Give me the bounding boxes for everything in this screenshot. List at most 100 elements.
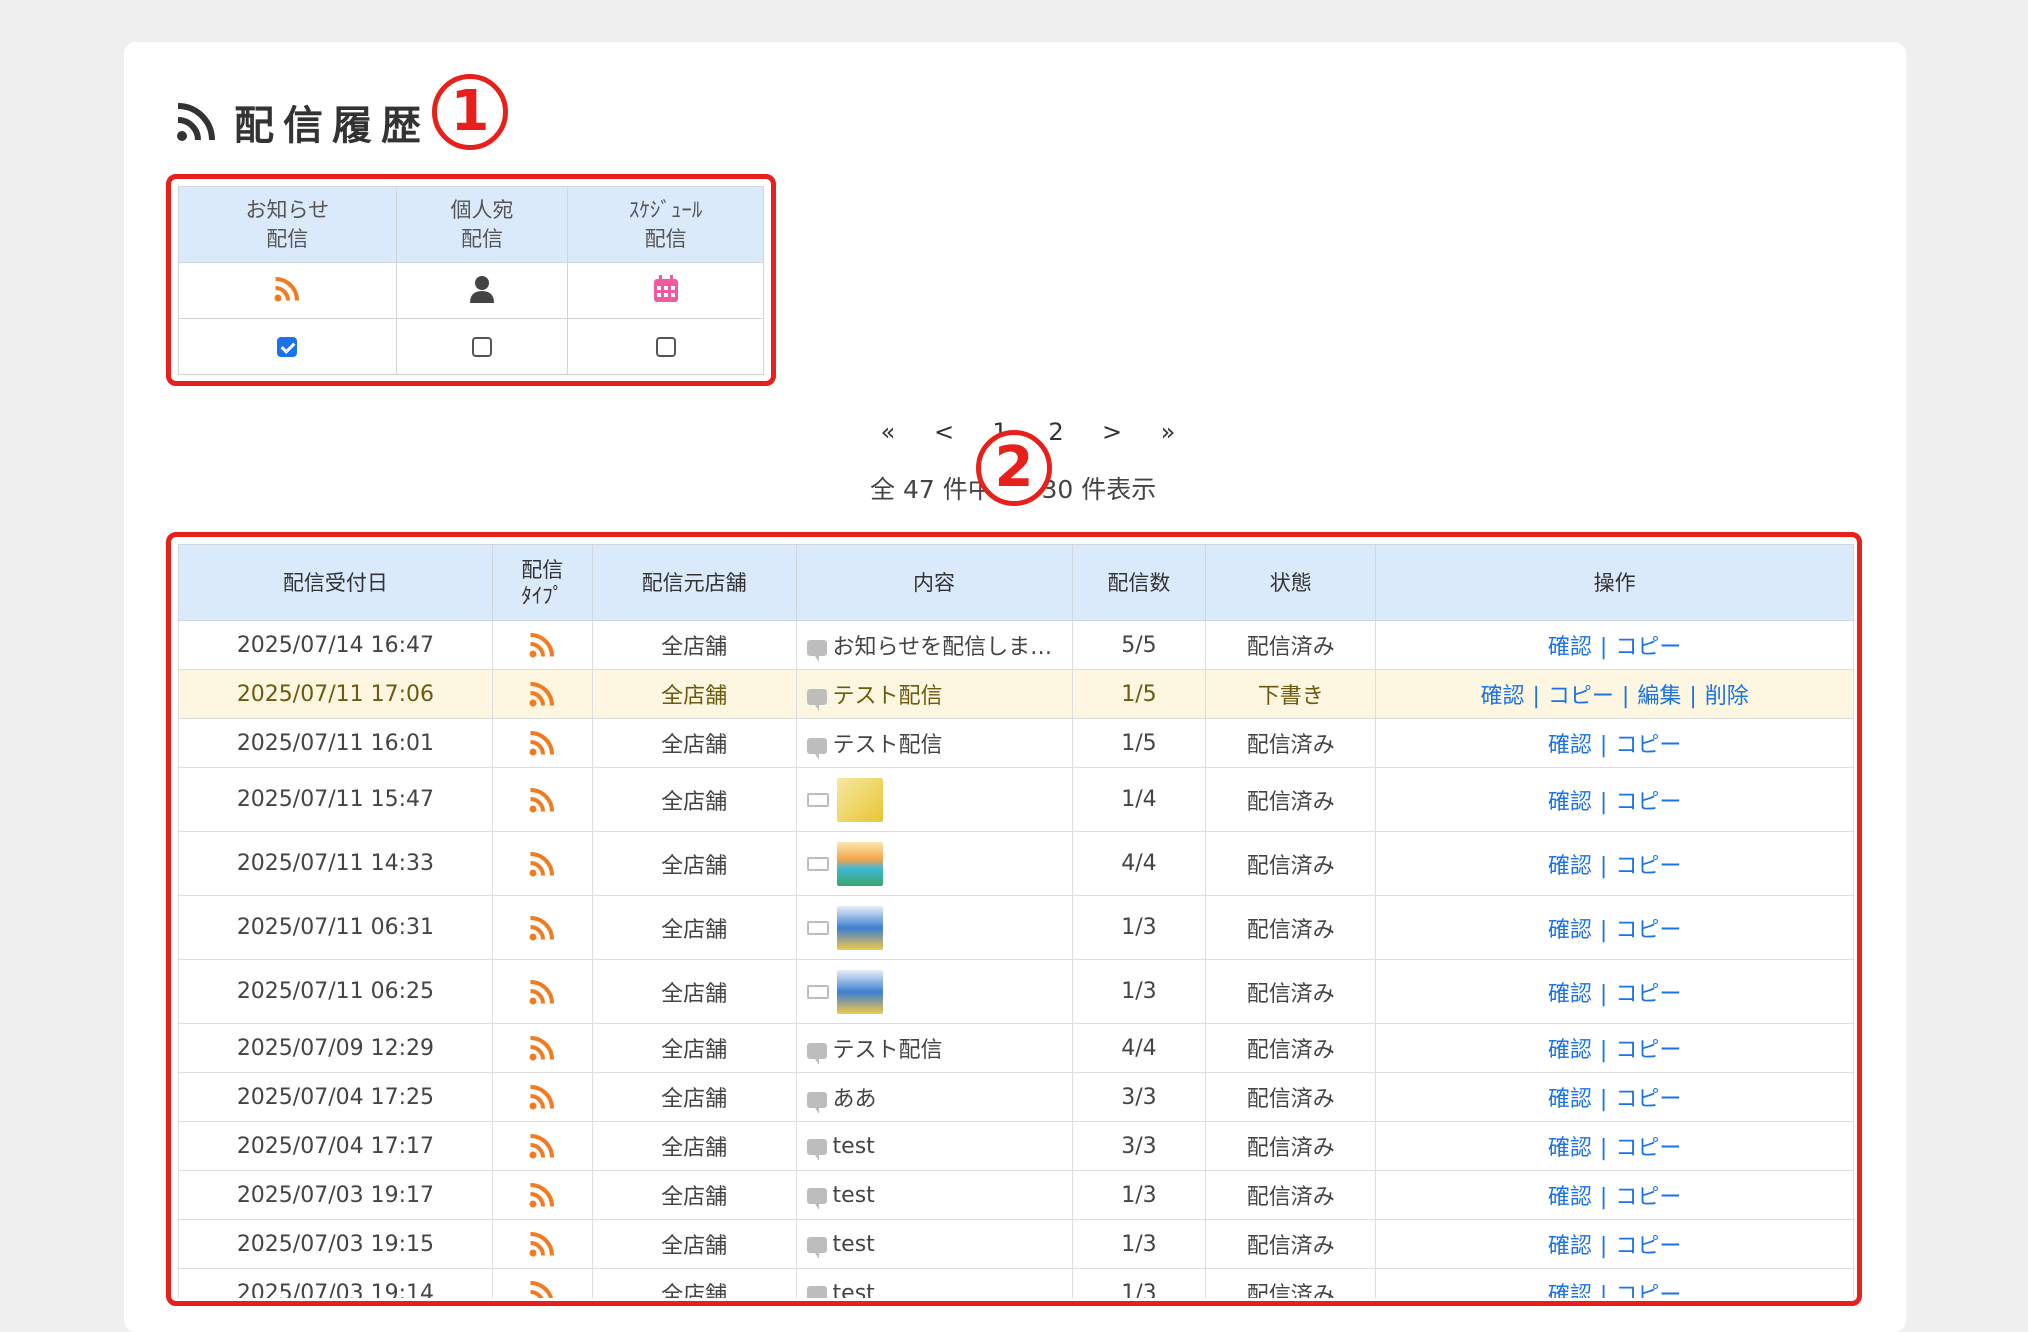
cell-type bbox=[491, 620, 593, 670]
cell-date: 2025/07/03 19:15 bbox=[178, 1219, 493, 1269]
cell-store: 全店舗 bbox=[591, 959, 797, 1024]
page-next-link[interactable]: > bbox=[1084, 418, 1140, 446]
message-icon bbox=[806, 1187, 827, 1210]
coupon-thumbnail[interactable] bbox=[836, 905, 883, 950]
copy-link[interactable]: コピー bbox=[1615, 1087, 1681, 1112]
cell-ops: 確認 | コピー | 編集 | 削除 bbox=[1375, 669, 1854, 719]
confirm-link[interactable]: 確認 bbox=[1548, 854, 1592, 879]
confirm-link[interactable]: 確認 bbox=[1548, 982, 1592, 1007]
cell-store: 全店舗 bbox=[591, 1072, 797, 1122]
cell-type bbox=[491, 1219, 593, 1269]
cell-ops: 確認 | コピー bbox=[1375, 1023, 1854, 1073]
type-check-cell-notice bbox=[178, 318, 397, 375]
confirm-link[interactable]: 確認 bbox=[1548, 1038, 1592, 1063]
cell-type bbox=[491, 831, 593, 896]
copy-link[interactable]: コピー bbox=[1615, 1185, 1681, 1210]
page-first-link[interactable]: « bbox=[860, 418, 916, 446]
edit-link[interactable]: 編集 bbox=[1637, 684, 1681, 709]
copy-link[interactable]: コピー bbox=[1615, 1038, 1681, 1063]
coupon-thumbnail[interactable] bbox=[836, 969, 883, 1014]
schedule-checkbox[interactable] bbox=[655, 336, 676, 357]
table-row: 2025/07/11 06:25 全店舗 1/3 配信済み 確認 | コピー bbox=[178, 959, 1854, 1024]
confirm-link[interactable]: 確認 bbox=[1548, 1087, 1592, 1112]
message-icon bbox=[806, 1236, 827, 1259]
copy-link[interactable]: コピー bbox=[1615, 918, 1681, 943]
copy-link[interactable]: コピー bbox=[1615, 1283, 1681, 1298]
confirm-link[interactable]: 確認 bbox=[1548, 1234, 1592, 1259]
cell-date: 2025/07/04 17:25 bbox=[178, 1072, 493, 1122]
confirm-link[interactable]: 確認 bbox=[1480, 684, 1524, 709]
cell-status: 配信済み bbox=[1205, 718, 1377, 768]
col-content[interactable]: 内容 bbox=[795, 544, 1073, 621]
content-text: ああ bbox=[832, 1087, 877, 1112]
message-icon bbox=[806, 1043, 827, 1065]
col-type[interactable]: 配信 ﾀｲﾌﾟ bbox=[491, 544, 593, 621]
history-table: 配信受付日 配信 ﾀｲﾌﾟ 配信元店舗 内容 配信数 状態 操作 2025/07/… bbox=[178, 544, 1854, 1298]
cell-ops: 確認 | コピー bbox=[1375, 1072, 1854, 1122]
cell-date: 2025/07/03 19:14 bbox=[178, 1268, 493, 1298]
cell-status: 下書き bbox=[1205, 669, 1377, 719]
cell-date: 2025/07/03 19:17 bbox=[178, 1170, 493, 1220]
ops-separator: | bbox=[1599, 1234, 1608, 1259]
col-status[interactable]: 状態 bbox=[1205, 544, 1377, 621]
confirm-link[interactable]: 確認 bbox=[1548, 1185, 1592, 1210]
copy-link[interactable]: コピー bbox=[1615, 635, 1681, 660]
content-text: お知らせを配信しま… bbox=[832, 635, 1053, 660]
cell-count: 1/4 bbox=[1071, 767, 1207, 832]
coupon-thumbnail[interactable] bbox=[836, 777, 883, 822]
cell-ops: 確認 | コピー bbox=[1375, 1268, 1854, 1298]
rss-icon bbox=[529, 633, 555, 658]
cell-content: テスト配信 bbox=[795, 669, 1073, 719]
cell-type bbox=[491, 669, 593, 719]
col-store[interactable]: 配信元店舗 bbox=[591, 544, 797, 621]
copy-link[interactable]: コピー bbox=[1615, 1136, 1681, 1161]
table-row: 2025/07/11 06:31 全店舗 1/3 配信済み 確認 | コピー bbox=[178, 895, 1854, 960]
calendar-icon bbox=[653, 274, 678, 302]
rss-icon bbox=[177, 103, 215, 141]
page-last-link[interactable]: » bbox=[1140, 418, 1196, 446]
rss-icon bbox=[529, 1232, 555, 1257]
coupon-icon bbox=[806, 984, 829, 999]
col-count[interactable]: 配信数 bbox=[1071, 544, 1207, 621]
coupon-thumbnail[interactable] bbox=[836, 841, 883, 886]
content-text: test bbox=[832, 1231, 875, 1257]
cell-content: お知らせを配信しま… bbox=[795, 620, 1073, 670]
col-date[interactable]: 配信受付日 bbox=[178, 544, 493, 621]
cell-status: 配信済み bbox=[1205, 1023, 1377, 1073]
cell-store: 全店舗 bbox=[591, 1219, 797, 1269]
confirm-link[interactable]: 確認 bbox=[1548, 1136, 1592, 1161]
delete-link[interactable]: 削除 bbox=[1705, 684, 1749, 709]
copy-link[interactable]: コピー bbox=[1615, 854, 1681, 879]
cell-count: 1/3 bbox=[1071, 1268, 1207, 1298]
table-row: 2025/07/03 19:14 全店舗 test 1/3 配信済み 確認 | コピー bbox=[178, 1268, 1854, 1299]
cell-count: 4/4 bbox=[1071, 831, 1207, 896]
cell-count: 5/5 bbox=[1071, 620, 1207, 670]
confirm-link[interactable]: 確認 bbox=[1548, 1283, 1592, 1298]
confirm-link[interactable]: 確認 bbox=[1548, 635, 1592, 660]
rss-icon bbox=[529, 1036, 555, 1061]
cell-store: 全店舗 bbox=[591, 831, 797, 896]
copy-link[interactable]: コピー bbox=[1615, 982, 1681, 1007]
confirm-link[interactable]: 確認 bbox=[1548, 790, 1592, 815]
copy-link[interactable]: コピー bbox=[1548, 684, 1614, 709]
cell-content: test bbox=[795, 1268, 1073, 1299]
confirm-link[interactable]: 確認 bbox=[1548, 733, 1592, 758]
page-prev-link[interactable]: < bbox=[916, 418, 972, 446]
cell-store: 全店舗 bbox=[591, 1170, 797, 1220]
rss-icon bbox=[529, 851, 555, 876]
confirm-link[interactable]: 確認 bbox=[1548, 918, 1592, 943]
delivery-type-filter: お知らせ 配信 個人宛 配信 ｽｹｼﾞｭｰﾙ 配信 bbox=[178, 186, 764, 375]
rss-icon bbox=[529, 1134, 555, 1159]
notice-checkbox[interactable] bbox=[277, 336, 298, 357]
annotation-one-digit: 1 bbox=[450, 79, 490, 144]
copy-link[interactable]: コピー bbox=[1615, 733, 1681, 758]
personal-checkbox[interactable] bbox=[471, 336, 492, 357]
cell-ops: 確認 | コピー bbox=[1375, 959, 1854, 1024]
message-icon bbox=[806, 1138, 827, 1161]
rss-icon bbox=[529, 979, 555, 1004]
content-text: test bbox=[832, 1280, 875, 1299]
copy-link[interactable]: コピー bbox=[1615, 1234, 1681, 1259]
coupon-icon bbox=[806, 792, 829, 807]
message-icon bbox=[806, 738, 827, 760]
copy-link[interactable]: コピー bbox=[1615, 790, 1681, 815]
